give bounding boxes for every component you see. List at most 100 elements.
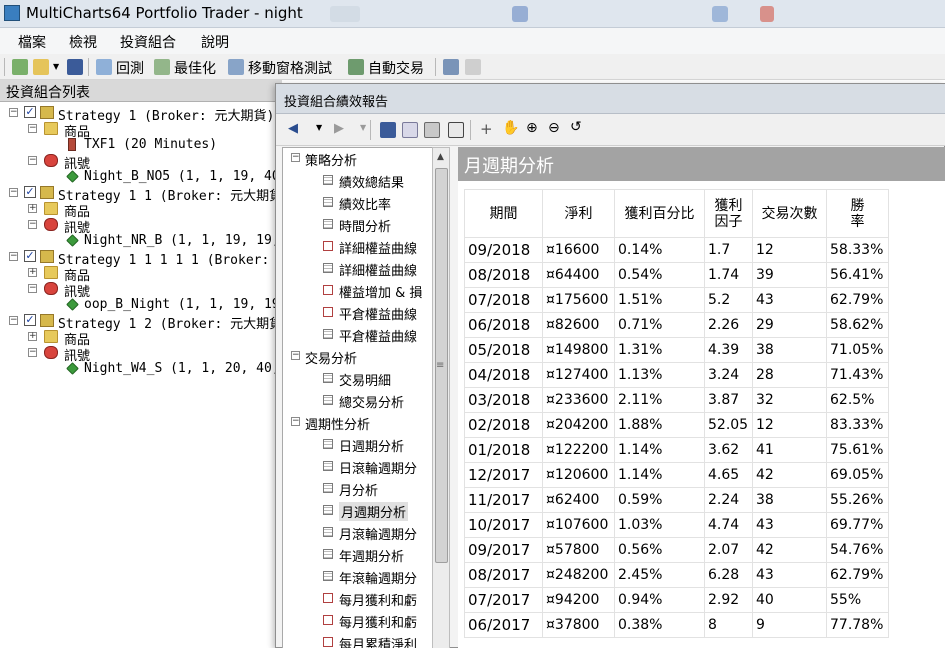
optimize-icon[interactable] [154, 59, 170, 75]
expand-icon[interactable]: + [28, 268, 37, 277]
collapse-icon[interactable]: − [9, 108, 18, 117]
collapse-icon[interactable]: − [28, 220, 37, 229]
table-row: 08/2018 ¤64400 0.54% 1.74 39 56.41% [464, 262, 889, 288]
nav-item-selected[interactable]: 月週期分析 [283, 500, 437, 521]
table-cell: ¤127400 [542, 362, 615, 388]
tree-signals[interactable]: − 訊號 [0, 153, 282, 172]
expand-icon[interactable]: + [28, 204, 37, 213]
preview-icon[interactable] [402, 122, 418, 138]
tree-instruments[interactable]: + 商品 [0, 265, 282, 284]
strategy-checkbox[interactable]: ✓ [24, 106, 36, 118]
menu-file[interactable]: 檔案 [18, 32, 46, 52]
tree-signal[interactable]: Night_B_NO5 (1, 1, 19, 40, [0, 169, 288, 185]
collapse-icon[interactable]: − [291, 351, 300, 360]
nav-item[interactable]: 日滾輪週期分 [283, 456, 437, 477]
menu-portfolio[interactable]: 投資組合 [120, 32, 176, 52]
nav-item[interactable]: 月滾輪週期分 [283, 522, 437, 543]
tree-strategy[interactable]: − ✓ Strategy 1 1 1 1 1 (Broker: 元大期 [0, 249, 316, 268]
strategy-checkbox[interactable]: ✓ [24, 186, 36, 198]
crosshair-icon[interactable]: + [480, 120, 493, 138]
tree-strategy[interactable]: − ✓ Strategy 1 2 (Broker: 元大期貨) [0, 313, 290, 332]
period-cell: 06/2017 [464, 612, 543, 638]
save-icon[interactable] [380, 122, 396, 138]
nav-item[interactable]: 交易明細 [283, 368, 437, 389]
autotrade-icon[interactable] [348, 59, 364, 75]
walkforward-button[interactable]: 移動窗格測試 [248, 58, 332, 78]
table-view-icon[interactable] [448, 122, 464, 138]
nav-item[interactable]: 年滾輪週期分 [283, 566, 437, 587]
nav-item[interactable]: 詳細權益曲線 [283, 236, 437, 257]
table-cell: 40 [752, 587, 827, 613]
tree-signal[interactable]: Night_NR_B (1, 1, 19, 19, 4 [0, 233, 295, 249]
tree-instrument[interactable]: TXF1 (20 Minutes) [0, 137, 282, 153]
tree-instruments[interactable]: + 商品 [0, 329, 282, 348]
optimize-button[interactable]: 最佳化 [174, 58, 216, 78]
nav-scrollbar[interactable]: ▲ ≡ [432, 147, 450, 648]
chevron-down-icon[interactable]: ▼ [53, 62, 61, 78]
chevron-down-icon[interactable]: ▼ [316, 123, 322, 132]
collapse-icon[interactable]: − [28, 124, 37, 133]
collapse-icon[interactable]: − [28, 284, 37, 293]
nav-group-periodical-analysis[interactable]: − 週期性分析 [283, 412, 437, 433]
reset-zoom-icon[interactable]: ↺ [570, 119, 582, 135]
scroll-up-icon[interactable]: ▲ [437, 152, 444, 162]
nav-item[interactable]: 每月獲利和虧 [283, 588, 437, 609]
backtest-button[interactable]: 回測 [116, 58, 144, 78]
nav-group-strategy-analysis[interactable]: − 策略分析 [283, 148, 437, 169]
period-cell: 09/2017 [464, 537, 543, 563]
tree-instruments[interactable]: − 商品 [0, 121, 282, 140]
collapse-icon[interactable]: − [9, 188, 18, 197]
collapse-icon[interactable]: − [291, 153, 300, 162]
strategy-checkbox[interactable]: ✓ [24, 250, 36, 262]
nav-item[interactable]: 每月累積淨利 [283, 632, 437, 648]
nav-item[interactable]: 每月獲利和虧 [283, 610, 437, 631]
menu-view[interactable]: 檢視 [69, 32, 97, 52]
tree-signal[interactable]: Night_W4_S (1, 1, 20, 40, 4 [0, 361, 295, 377]
tree-signal[interactable]: oop_B_Night (1, 1, 19, 19, [0, 297, 288, 313]
print-icon[interactable] [424, 122, 440, 138]
period-cell: 03/2018 [464, 387, 543, 413]
new-portfolio-icon[interactable] [12, 59, 28, 75]
nav-item[interactable]: 權益增加 & 損 [283, 280, 437, 301]
table-row: 02/2018 ¤204200 1.88% 52.05 12 83.33% [464, 412, 889, 438]
collapse-icon[interactable]: − [291, 417, 300, 426]
walkforward-icon[interactable] [228, 59, 244, 75]
nav-item[interactable]: 平倉權益曲線 [283, 302, 437, 323]
collapse-icon[interactable]: − [28, 348, 37, 357]
back-icon[interactable]: ◀ [288, 121, 298, 136]
nav-item[interactable]: 總交易分析 [283, 390, 437, 411]
open-folder-icon[interactable] [33, 59, 49, 75]
nav-item[interactable]: 績效總結果 [283, 170, 437, 191]
zoom-out-icon[interactable]: ⊖ [548, 120, 560, 136]
zoom-in-icon[interactable]: ⊕ [526, 120, 538, 136]
report-title-bar[interactable]: 投資組合績效報告 [276, 84, 945, 114]
nav-item[interactable]: 詳細權益曲線 [283, 258, 437, 279]
menu-help[interactable]: 說明 [201, 32, 229, 52]
collapse-icon[interactable]: − [28, 156, 37, 165]
app-icon [4, 5, 20, 21]
nav-item[interactable]: 日週期分析 [283, 434, 437, 455]
strategy-icon [40, 106, 54, 119]
tree-signals[interactable]: − 訊號 [0, 281, 282, 300]
nav-item[interactable]: 平倉權益曲線 [283, 324, 437, 345]
collapse-icon[interactable]: − [9, 316, 18, 325]
nav-item[interactable]: 月分析 [283, 478, 437, 499]
save-icon[interactable] [67, 59, 83, 75]
tree-signals[interactable]: − 訊號 [0, 345, 282, 364]
column-header: 獲利百分比 [614, 189, 705, 238]
tree-signals[interactable]: − 訊號 [0, 217, 282, 236]
hand-icon[interactable]: ✋ [502, 120, 519, 136]
strategy-checkbox[interactable]: ✓ [24, 314, 36, 326]
autotrade-button[interactable]: 自動交易 [368, 58, 424, 78]
nav-item[interactable]: 時間分析 [283, 214, 437, 235]
expand-icon[interactable]: + [28, 332, 37, 341]
report-icon[interactable] [443, 59, 459, 75]
backtest-icon[interactable] [96, 59, 112, 75]
tree-strategy[interactable]: − ✓ Strategy 1 1 (Broker: 元大期貨) [0, 185, 290, 204]
nav-item[interactable]: 年週期分析 [283, 544, 437, 565]
nav-item[interactable]: 績效比率 [283, 192, 437, 213]
collapse-icon[interactable]: − [9, 252, 18, 261]
nav-group-trade-analysis[interactable]: − 交易分析 [283, 346, 437, 367]
tree-instruments[interactable]: + 商品 [0, 201, 282, 220]
tree-strategy[interactable]: − ✓ Strategy 1 (Broker: 元大期貨) [0, 105, 282, 124]
